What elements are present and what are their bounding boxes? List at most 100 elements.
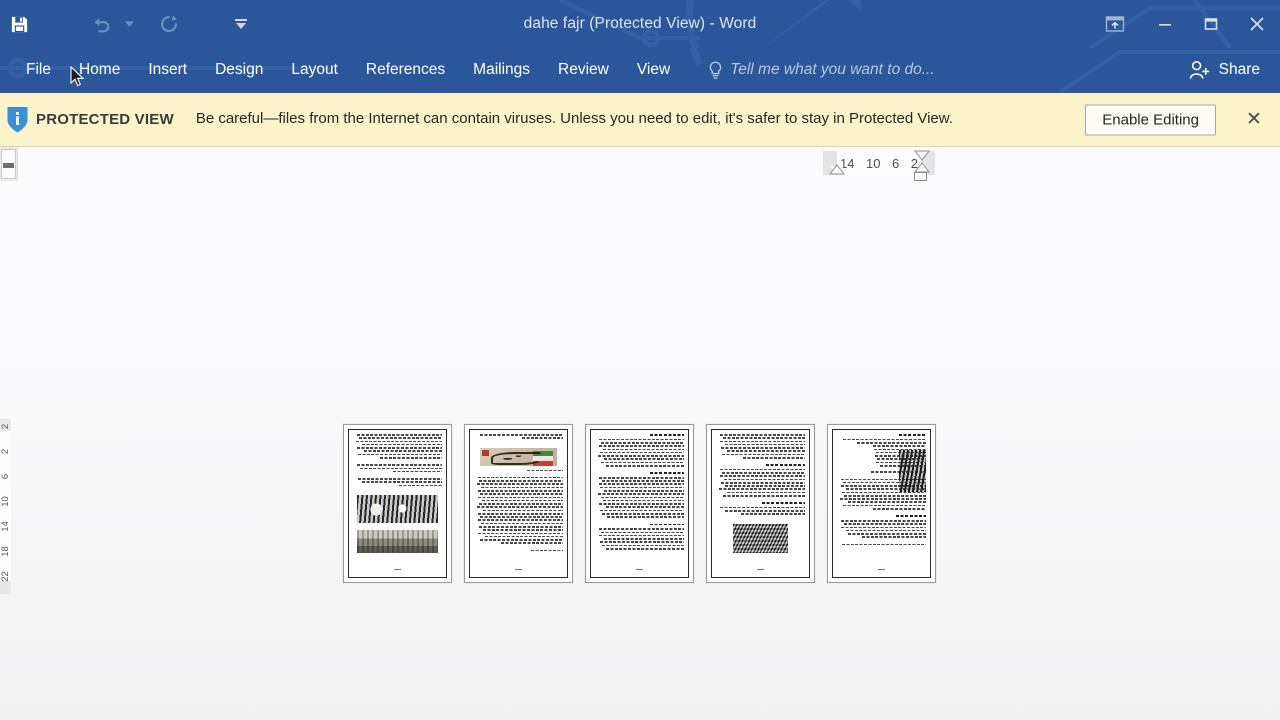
page-thumbnail-3[interactable]: [585, 424, 694, 583]
share-button[interactable]: Share: [1182, 48, 1266, 92]
page-1-content: [348, 429, 447, 578]
title-bar: dahe fajr (Protected View) - Word: [0, 0, 1280, 48]
undo-dropdown-button[interactable]: [120, 4, 138, 44]
page-3-content: [590, 429, 689, 578]
save-button[interactable]: [0, 4, 38, 44]
save-icon: [11, 16, 27, 32]
page-thumbnail-2[interactable]: [464, 424, 573, 583]
minimize-button[interactable]: [1142, 0, 1188, 48]
tab-home[interactable]: Home: [65, 48, 134, 92]
vertical-ruler[interactable]: 2 2 6 10 14 18 22: [0, 419, 11, 594]
text-block: [716, 468, 805, 499]
text-block: [716, 434, 805, 460]
vruler-tick-3: 10: [0, 496, 11, 507]
heading-line: [650, 472, 684, 474]
text-block: [716, 506, 805, 517]
page-5-content: [832, 429, 931, 578]
redo-button[interactable]: [150, 4, 188, 44]
quick-access-toolbar: [0, 0, 260, 48]
vruler-tick-6: 22: [0, 571, 11, 582]
redo-icon: [161, 15, 177, 33]
vruler-tick-4: 14: [0, 521, 11, 532]
page-2-photo-flag: [532, 450, 553, 466]
right-margin-box-marker[interactable]: [914, 172, 927, 181]
customize-quick-access-toolbar-button[interactable]: [222, 4, 260, 44]
tell-me-search[interactable]: Tell me what you want to do...: [708, 61, 935, 80]
first-line-indent-marker-icon[interactable]: [914, 150, 930, 161]
share-label: Share: [1218, 61, 1260, 78]
page-4-content: [711, 429, 810, 578]
heading-line: [765, 464, 805, 466]
page-4-photo-crowd: [732, 523, 789, 553]
heading-line: [895, 515, 926, 517]
close-protected-view-bar-button[interactable]: ✕: [1242, 108, 1266, 132]
text-block: [353, 464, 442, 474]
text-block: [595, 476, 684, 520]
tab-references[interactable]: References: [352, 48, 459, 92]
text-block: [474, 549, 563, 553]
page-2-content: [469, 429, 568, 578]
tab-mailings[interactable]: Mailings: [459, 48, 544, 92]
tab-layout[interactable]: Layout: [277, 48, 352, 92]
chevron-down-bar-icon: [235, 19, 247, 29]
close-button[interactable]: [1234, 0, 1280, 48]
protected-view-badge: PROTECTED VIEW: [36, 111, 174, 128]
chevron-down-icon: [124, 21, 134, 27]
info-shield-icon: [0, 105, 34, 134]
text-block: [837, 543, 926, 547]
page-thumbnail-1[interactable]: [343, 424, 452, 583]
left-indent-marker-icon[interactable]: [829, 164, 845, 175]
vruler-tick-5: 18: [0, 546, 11, 557]
word-application-window: dahe fajr (Protected View) - Word File H…: [0, 0, 1280, 720]
page-4-footer: [716, 557, 805, 575]
hruler-tick-1: 10: [866, 155, 881, 171]
page-1-photo-portraits: [357, 494, 438, 524]
tab-design[interactable]: Design: [201, 48, 277, 92]
page-1-footer: [353, 557, 442, 575]
undo-icon: [94, 18, 110, 33]
ruler-corner: [0, 147, 18, 181]
lightbulb-icon: [709, 61, 722, 79]
text-block: [353, 434, 442, 460]
page-thumbnail-4[interactable]: [706, 424, 815, 583]
vertical-ruler-ticks: 2 2 6 10 14 18 22: [0, 419, 11, 594]
page-2-footer: [474, 557, 563, 575]
tab-review[interactable]: Review: [544, 48, 623, 92]
enable-editing-button[interactable]: Enable Editing: [1085, 104, 1216, 135]
text-block: [474, 476, 563, 546]
minimize-icon: [1159, 24, 1171, 26]
share-person-icon: [1189, 60, 1209, 79]
text-block: [353, 478, 442, 488]
page-5-footer: [837, 557, 926, 575]
restore-icon: [1204, 18, 1218, 30]
document-work-area: 2 2 6 10 14 18 22 14 10 6 2: [0, 147, 1280, 720]
tell-me-placeholder: Tell me what you want to do...: [730, 61, 935, 78]
vruler-tick-1: 2: [0, 448, 11, 455]
text-wrap-block: [837, 438, 926, 492]
protected-view-bar: PROTECTED VIEW Be careful—files from the…: [0, 92, 1280, 147]
page-2-photo-calligraphy: [480, 447, 557, 466]
text-block: [595, 528, 684, 551]
heading-line: [650, 523, 684, 526]
tab-insert[interactable]: Insert: [134, 48, 201, 92]
page-thumbnail-5[interactable]: [827, 424, 936, 583]
horizontal-ruler-ticks: 14 10 6 2: [837, 151, 921, 175]
ruler-corner-marker: [3, 163, 14, 168]
heading-line: [899, 434, 926, 436]
protected-view-message: Be careful—files from the Internet can c…: [195, 110, 953, 128]
text-block: [595, 438, 684, 469]
ribbon-display-options-icon: [1105, 16, 1125, 32]
ribbon-display-options-button[interactable]: [1088, 0, 1142, 48]
close-icon: [1250, 17, 1264, 31]
horizontal-ruler[interactable]: 14 10 6 2: [823, 150, 935, 182]
tab-view[interactable]: View: [623, 48, 684, 92]
vruler-tick-0: 2: [0, 423, 11, 430]
text-block: [474, 469, 563, 473]
vruler-tick-2: 6: [0, 473, 11, 480]
tab-file[interactable]: File: [12, 48, 65, 92]
page-3-footer: [595, 557, 684, 575]
page-2-photo-accent: [482, 449, 490, 456]
restore-button[interactable]: [1188, 0, 1234, 48]
page-thumbnail-strip: [343, 424, 936, 583]
undo-button[interactable]: [82, 4, 120, 44]
